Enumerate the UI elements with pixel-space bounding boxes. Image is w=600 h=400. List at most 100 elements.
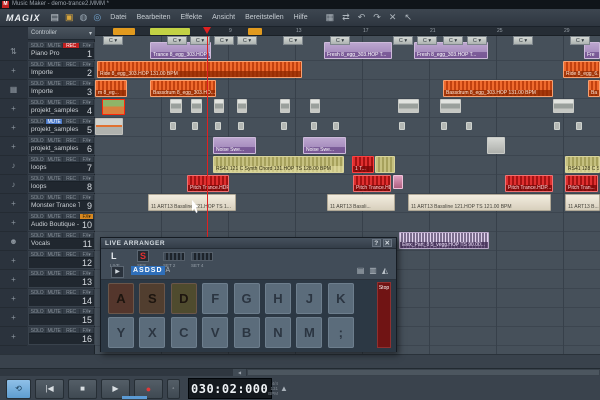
solo-button[interactable]: SOLO [29,138,46,143]
track-header[interactable]: SOLO MUTE REC FX▾ Importe 2 [28,61,95,79]
fx-button[interactable]: FX▾ [80,43,94,48]
record-take-icon[interactable]: ▤ [357,266,365,275]
mute-button[interactable]: MUTE [46,62,63,67]
clip-thumb[interactable] [310,99,320,113]
clip-thumb[interactable] [553,99,574,113]
pad-key-Y[interactable]: Y [108,317,134,348]
redo-icon[interactable]: ↷ [371,12,383,23]
marker-2[interactable] [248,28,262,35]
fx-button[interactable]: FX▾ [80,119,94,124]
fx-button[interactable]: FX▾ [80,138,94,143]
solo-button[interactable]: SOLO [29,233,46,238]
clip-wave[interactable]: Elex_Part_8 5_vegg.HOP TS 90.00... [399,232,489,249]
clip-orange[interactable]: Ba [588,80,600,97]
harmony-box[interactable]: C ▾ [513,36,533,45]
rec-button[interactable]: REC [63,214,80,219]
solo-button[interactable]: SOLO [29,290,46,295]
fx-button[interactable]: FX▾ [80,157,94,162]
rec-button[interactable]: REC [63,176,80,181]
fx-button[interactable]: FX▾ [80,309,94,314]
metronome-settings-button[interactable]: ◦ [167,378,180,399]
track-header[interactable]: SOLO MUTE REC FX▾ Piano Pro 1 [28,42,95,60]
menu-bereitstellen[interactable]: Bereitstellen [242,12,287,23]
save-take-icon[interactable]: ▥ [369,266,377,275]
rec-button[interactable]: REC [63,157,80,162]
sequence-play-button[interactable]: ▶ [111,266,124,278]
stop-button[interactable]: ■ [68,378,97,399]
menu-hilfe[interactable]: Hilfe [291,12,311,23]
mute-button[interactable]: MUTE [46,119,63,124]
pad-key-;[interactable]: ; [327,317,354,348]
rec-button[interactable]: REC [63,43,80,48]
mute-button[interactable]: MUTE [46,328,63,333]
clip-olive[interactable]: RS41 121 C Synth Chord 131.HOP TS 128.00… [213,156,344,173]
rec-button[interactable]: REC [63,328,80,333]
fx-button[interactable]: FX▾ [80,195,94,200]
help-button[interactable]: ? [372,239,381,247]
pad-key-J[interactable]: J [296,283,323,314]
rec-button[interactable]: REC [63,138,80,143]
clip-purple[interactable]: Noise Swe... [303,137,346,154]
clip-red[interactable]: Pitch Trance.HDP... [187,175,229,192]
pad-key-B[interactable]: B [233,317,260,348]
clip-grayline[interactable] [95,118,123,135]
clip-thumb[interactable] [398,99,419,113]
clip-mini[interactable] [215,122,221,130]
pad-key-K[interactable]: K [327,283,354,314]
pad-key-C[interactable]: C [170,317,197,348]
pad-key-F[interactable]: F [202,283,229,314]
pad-key-D[interactable]: D [170,283,197,314]
clip-mini[interactable] [441,122,447,130]
mute-button[interactable]: MUTE [46,43,63,48]
mute-button[interactable]: MUTE [46,214,63,219]
set-display-1[interactable] [163,252,185,261]
fx-button[interactable]: FX▾ [80,214,94,219]
plus-icon[interactable]: + [0,137,27,156]
clip-olive[interactable]: RS41 128 C S... [565,156,600,173]
plus-icon[interactable]: + [0,308,27,327]
plus-icon[interactable]: + [0,213,27,232]
session-record-button[interactable]: S [137,250,149,262]
harmony-box[interactable]: C ▾ [330,36,350,45]
fx-button[interactable]: FX▾ [80,100,94,105]
range-marker[interactable] [113,28,135,35]
track-header[interactable]: SOLO MUTE REC FX▾ 13 [28,270,95,288]
clip-redsel[interactable]: 1 T... [352,156,374,173]
solo-button[interactable]: SOLO [29,309,46,314]
track-header[interactable]: SOLO MUTE REC FX▾ projekt_samples 6 [28,137,95,155]
rec-button[interactable]: REC [63,233,80,238]
mute-button[interactable]: MUTE [46,176,63,181]
fx-button[interactable]: FX▾ [80,290,94,295]
plus-icon[interactable]: + [0,194,27,213]
harmony-box[interactable]: C ▾ [467,36,487,45]
clip-selthumb[interactable] [102,99,125,115]
pad-key-G[interactable]: G [233,283,260,314]
plus-icon[interactable]: + [0,118,27,137]
loop-button[interactable]: ⟲ [6,378,31,399]
clip-thumb[interactable] [280,99,290,113]
clip-orange[interactable]: Ride 8_egg_6... [563,61,600,78]
delete-icon[interactable]: ✕ [387,12,399,23]
swap-icon[interactable]: ⇄ [340,12,352,23]
mute-button[interactable]: MUTE [46,290,63,295]
menu-bearbeiten[interactable]: Bearbeiten [134,12,174,23]
plus-icon[interactable]: + [0,270,27,289]
clip-red[interactable]: Pitch Trance.HDP... [505,175,553,192]
harmony-box[interactable]: C ▾ [237,36,257,45]
plus-icon[interactable]: + [0,251,27,270]
rec-button[interactable]: REC [63,81,80,86]
rec-button[interactable]: REC [63,290,80,295]
rec-button[interactable]: REC [63,119,80,124]
solo-button[interactable]: SOLO [29,176,46,181]
mute-button[interactable]: MUTE [46,271,63,276]
clip-mini[interactable] [238,122,244,130]
clip-mini[interactable] [576,122,582,130]
harmony-box[interactable]: C ▾ [417,36,437,45]
clip-purple[interactable]: Noise Swe... [213,137,256,154]
track-header[interactable]: SOLO MUTE REC FX▾ projekt_samples 4 [28,99,95,117]
playhead-handle[interactable] [203,27,211,34]
open-folder-icon[interactable]: ▣ [64,13,75,22]
menu-ansicht[interactable]: Ansicht [209,12,238,23]
pad-key-M[interactable]: M [296,317,323,348]
globe-icon[interactable]: ◍ [79,13,89,22]
